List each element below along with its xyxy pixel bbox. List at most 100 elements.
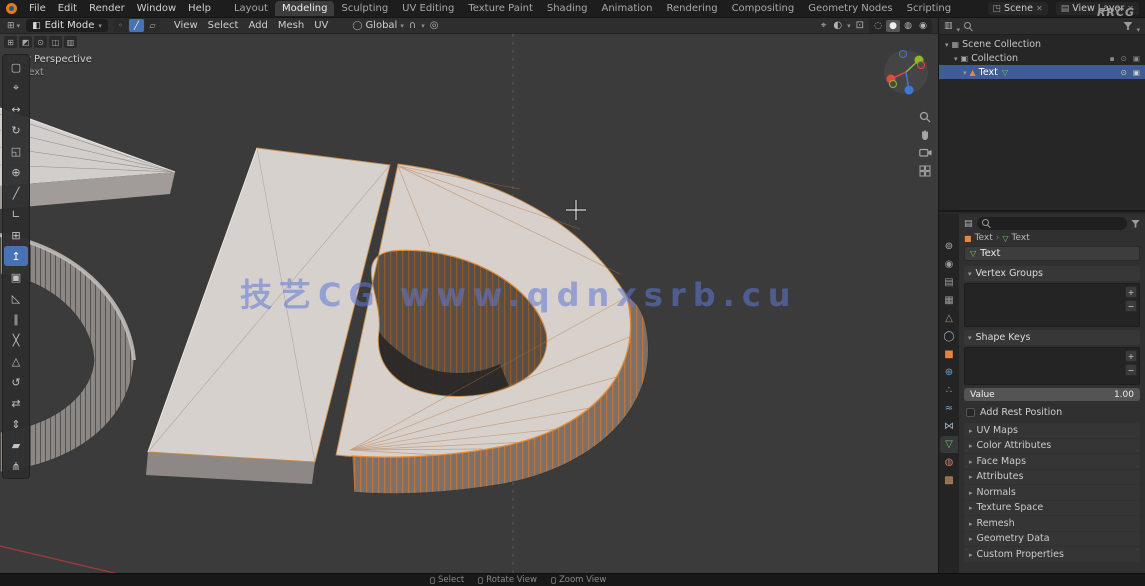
snap-caret-icon[interactable] bbox=[421, 20, 425, 31]
proportional-editing-icon[interactable]: ◎ bbox=[428, 20, 441, 31]
properties-tab[interactable]: ▽ bbox=[940, 436, 958, 453]
ortho-grid-icon[interactable] bbox=[918, 164, 932, 177]
properties-search-field[interactable] bbox=[977, 217, 1127, 230]
workspace-tab[interactable]: Shading bbox=[540, 1, 595, 16]
tool-button[interactable]: ▢ bbox=[4, 57, 28, 77]
render-visibility-icon[interactable]: ▣ bbox=[1133, 68, 1140, 77]
transform-orientation[interactable]: ◯ Global bbox=[352, 20, 404, 31]
collapsed-panel-header[interactable]: UV Maps bbox=[964, 423, 1140, 438]
viewport-toggle-icon[interactable]: ⊞ bbox=[4, 36, 17, 48]
properties-tab[interactable]: ◉ bbox=[940, 256, 958, 273]
checkbox-icon[interactable]: ▪ bbox=[1110, 54, 1115, 63]
scene-selector[interactable]: ◳ Scene ✕ bbox=[988, 2, 1048, 15]
workspace-tab[interactable]: Compositing bbox=[725, 1, 802, 16]
xray-toggle-icon[interactable]: ⊡ bbox=[854, 20, 866, 31]
add-item-button[interactable]: + bbox=[1125, 286, 1137, 298]
axis-z-neg-handle[interactable] bbox=[900, 51, 907, 58]
panel-header-vertex-groups[interactable]: Vertex Groups bbox=[964, 266, 1140, 281]
data-name-field[interactable]: ▽ Text bbox=[964, 246, 1140, 261]
filter-caret-icon[interactable] bbox=[1136, 17, 1140, 36]
tool-button[interactable]: ╳ bbox=[4, 330, 28, 350]
viewport-toggle-icon[interactable]: ◫ bbox=[49, 36, 62, 48]
render-visibility-icon[interactable]: ▣ bbox=[1133, 54, 1140, 63]
checkbox-icon[interactable] bbox=[966, 408, 975, 417]
workspace-tab[interactable]: Texture Paint bbox=[461, 1, 540, 16]
tool-button[interactable]: ↻ bbox=[4, 120, 28, 140]
gizmo-toggle-icon[interactable]: ⌖ bbox=[819, 20, 829, 31]
vertex-groups-list[interactable]: + − bbox=[964, 283, 1140, 327]
menu-item[interactable]: Render bbox=[83, 1, 131, 16]
tool-button[interactable]: ▰ bbox=[4, 435, 28, 455]
properties-tab[interactable]: △ bbox=[940, 310, 958, 327]
workspace-tab[interactable]: Sculpting bbox=[334, 1, 395, 16]
select-mode-button[interactable]: ◦ bbox=[113, 19, 128, 32]
select-mode-button[interactable]: ╱ bbox=[129, 19, 144, 32]
remove-item-button[interactable]: − bbox=[1125, 300, 1137, 312]
rest-position-row[interactable]: Add Rest Position bbox=[964, 405, 1140, 419]
overlays-toggle-icon[interactable]: ◐ bbox=[831, 20, 844, 31]
tool-button[interactable]: ◱ bbox=[4, 141, 28, 161]
properties-tab[interactable]: ■ bbox=[940, 346, 958, 363]
properties-tab[interactable]: ⋈ bbox=[940, 418, 958, 435]
viewport-menu-item[interactable]: View bbox=[169, 19, 203, 32]
add-item-button[interactable]: + bbox=[1125, 350, 1137, 362]
menu-item[interactable]: Edit bbox=[52, 1, 83, 16]
menu-item[interactable]: Help bbox=[182, 1, 217, 16]
properties-tab[interactable]: ⊚ bbox=[940, 238, 958, 255]
viewport-menu-item[interactable]: Mesh bbox=[273, 19, 309, 32]
tool-button[interactable]: ▣ bbox=[4, 267, 28, 287]
camera-view-icon[interactable] bbox=[918, 146, 932, 159]
pan-hand-icon[interactable] bbox=[918, 128, 932, 141]
shading-mode-button[interactable]: ◌ bbox=[871, 20, 885, 32]
axis-y-neg-handle[interactable] bbox=[890, 81, 897, 88]
filter-icon[interactable] bbox=[1131, 220, 1140, 228]
hide-eye-icon[interactable]: ⊙ bbox=[1121, 54, 1127, 63]
workspace-tab[interactable]: Rendering bbox=[659, 1, 724, 16]
workspace-tab[interactable]: UV Editing bbox=[395, 1, 461, 16]
tool-button[interactable]: ◺ bbox=[4, 288, 28, 308]
workspace-tab[interactable]: Scripting bbox=[900, 1, 958, 16]
tool-button[interactable]: ⊞ bbox=[4, 225, 28, 245]
panel-header-shape-keys[interactable]: Shape Keys bbox=[964, 330, 1140, 345]
tool-button[interactable]: ∥ bbox=[4, 309, 28, 329]
tool-button[interactable]: ↺ bbox=[4, 372, 28, 392]
zoom-icon[interactable] bbox=[918, 110, 932, 123]
workspace-tab[interactable]: Layout bbox=[227, 1, 275, 16]
value-slider[interactable]: Value 1.00 bbox=[964, 388, 1140, 401]
viewport-menu-item[interactable]: UV bbox=[309, 19, 333, 32]
properties-tab[interactable]: ◍ bbox=[940, 454, 958, 471]
blender-logo-icon[interactable] bbox=[6, 3, 17, 14]
menu-item[interactable]: Window bbox=[131, 1, 182, 16]
mode-selector[interactable]: ◧ Edit Mode bbox=[26, 19, 108, 32]
outliner-row-object[interactable]: ▲ Text ▽ ⊙ ▣ bbox=[939, 65, 1145, 79]
outliner-editor-caret-icon[interactable] bbox=[957, 17, 961, 36]
tool-button[interactable]: ⇕ bbox=[4, 414, 28, 434]
viewport-toggle-icon[interactable]: ▥ bbox=[64, 36, 77, 48]
workspace-tab[interactable]: Geometry Nodes bbox=[801, 1, 899, 16]
tool-button[interactable]: ↥ bbox=[4, 246, 28, 266]
overlays-caret-icon[interactable] bbox=[847, 20, 851, 31]
properties-tab[interactable]: ◯ bbox=[940, 328, 958, 345]
search-icon[interactable] bbox=[964, 22, 973, 31]
tool-button[interactable]: ⇄ bbox=[4, 393, 28, 413]
collapsed-panel-header[interactable]: Texture Space bbox=[964, 501, 1140, 516]
tool-button[interactable]: △ bbox=[4, 351, 28, 371]
snap-magnet-icon[interactable]: ∩ bbox=[407, 20, 418, 31]
properties-tab[interactable]: ▦ bbox=[940, 292, 958, 309]
viewport-menu-item[interactable]: Add bbox=[243, 19, 272, 32]
menu-item[interactable]: File bbox=[23, 1, 52, 16]
tool-button[interactable]: ╱ bbox=[4, 183, 28, 203]
select-mode-button[interactable]: ▱ bbox=[145, 19, 160, 32]
collapsed-panel-header[interactable]: Attributes bbox=[964, 470, 1140, 485]
navigation-gizmo[interactable] bbox=[882, 48, 930, 96]
tool-button[interactable]: ⋔ bbox=[4, 456, 28, 476]
breadcrumb-data[interactable]: Text bbox=[1012, 233, 1030, 243]
shading-mode-button[interactable]: ● bbox=[886, 20, 900, 32]
shape-keys-list[interactable]: + − bbox=[964, 347, 1140, 385]
editor-type-button[interactable]: ⊞ bbox=[4, 20, 23, 31]
workspace-tab[interactable]: Animation bbox=[595, 1, 660, 16]
collapsed-panel-header[interactable]: Face Maps bbox=[964, 454, 1140, 469]
collapsed-panel-header[interactable]: Color Attributes bbox=[964, 439, 1140, 454]
scene-unlink-icon[interactable]: ✕ bbox=[1036, 4, 1043, 13]
collapsed-panel-header[interactable]: Geometry Data bbox=[964, 532, 1140, 547]
